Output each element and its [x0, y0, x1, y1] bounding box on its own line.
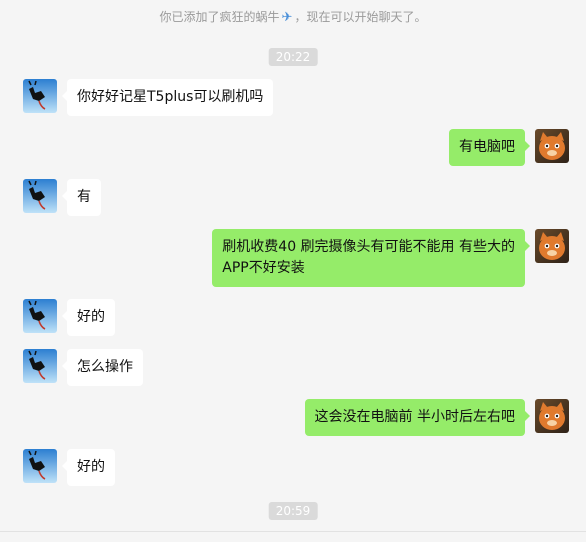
incoming-message[interactable]: 好的 [62, 449, 115, 486]
snail-avatar-icon [23, 449, 57, 483]
outgoing-message[interactable]: 有电脑吧 [449, 129, 530, 166]
outgoing-message[interactable]: 刷机收费40 刷完摄像头有可能不能用 有些大的 APP不好安装 [212, 229, 530, 287]
incoming-message[interactable]: 你好好记星T5plus可以刷机吗 [61, 79, 274, 116]
snail-avatar-icon [23, 79, 57, 113]
my-avatar[interactable] [535, 399, 569, 433]
contact-avatar[interactable] [23, 299, 57, 333]
incoming-message[interactable]: 好的 [62, 299, 115, 336]
my-avatar[interactable] [535, 229, 569, 263]
timestamp: 20:22 [268, 48, 318, 66]
contact-avatar[interactable] [23, 449, 57, 483]
snail-avatar-icon [23, 299, 57, 333]
system-notice: 你已添加了疯狂的蜗牛 ✈ ，现在可以开始聊天了。 [0, 8, 586, 25]
message-line: APP不好安装 [222, 260, 305, 276]
snail-avatar-icon [23, 349, 57, 383]
system-notice-suffix: ，现在可以开始聊天了。 [294, 10, 427, 24]
snail-avatar-icon [23, 179, 57, 213]
my-avatar[interactable] [535, 129, 569, 163]
cat-avatar-icon [535, 229, 569, 263]
incoming-message[interactable]: 怎么操作 [62, 349, 143, 386]
system-notice-prefix: 你已添加了疯狂的蜗牛 [159, 10, 280, 24]
outgoing-message[interactable]: 这会没在电脑前 半小时后左右吧 [304, 399, 531, 436]
contact-avatar[interactable] [23, 79, 57, 113]
contact-avatar[interactable] [23, 349, 57, 383]
divider [0, 531, 586, 532]
incoming-message[interactable]: 有 [62, 179, 101, 216]
cat-avatar-icon [535, 399, 569, 433]
message-line: 刷机收费40 刷完摄像头有可能不能用 有些大的 [222, 239, 515, 255]
airplane-icon: ✈ [281, 10, 293, 25]
timestamp: 20:59 [268, 502, 318, 520]
cat-avatar-icon [535, 129, 569, 163]
contact-avatar[interactable] [23, 179, 57, 213]
